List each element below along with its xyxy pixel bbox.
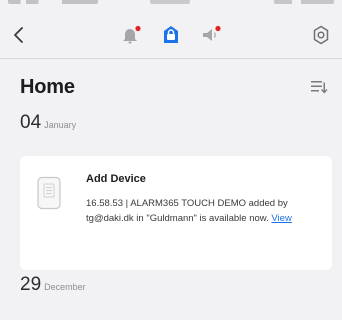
status-bar-clock	[150, 0, 190, 4]
date-month: January	[44, 120, 77, 130]
date-day: 04	[20, 112, 42, 133]
device-icon	[37, 176, 61, 210]
settings-button[interactable]	[306, 20, 336, 50]
filter-list-icon	[311, 81, 328, 94]
lock-icon	[164, 26, 178, 43]
status-bar-left	[8, 0, 98, 4]
top-nav-bar	[0, 18, 342, 52]
speaker-icon	[203, 25, 221, 41]
status-bar-right	[274, 0, 334, 4]
header-divider	[0, 58, 342, 59]
back-button[interactable]	[4, 20, 34, 50]
siren-tab-button[interactable]	[196, 20, 226, 50]
chevron-left-icon	[14, 27, 23, 43]
filter-button[interactable]	[306, 76, 330, 96]
gear-icon	[313, 25, 329, 45]
event-title: Add Device	[86, 173, 146, 185]
event-text: 16.58.53 | ALARM365 TOUCH DEMO added by …	[86, 198, 288, 224]
event-card[interactable]: Add Device 16.58.53 | ALARM365 TOUCH DEM…	[20, 156, 332, 270]
alarm-tab-button[interactable]	[116, 20, 146, 50]
event-description: 16.58.53 | ALARM365 TOUCH DEMO added by …	[86, 196, 320, 226]
date-month: December	[44, 282, 86, 292]
bell-icon	[123, 25, 141, 44]
date-day: 29	[20, 274, 42, 295]
page-title: Home	[20, 76, 75, 98]
view-link[interactable]: View	[271, 213, 291, 224]
status-bar	[0, 0, 342, 14]
date-header: 29 December	[20, 274, 86, 296]
date-header: 04 January	[20, 112, 76, 134]
lock-tab-button[interactable]	[156, 20, 186, 50]
